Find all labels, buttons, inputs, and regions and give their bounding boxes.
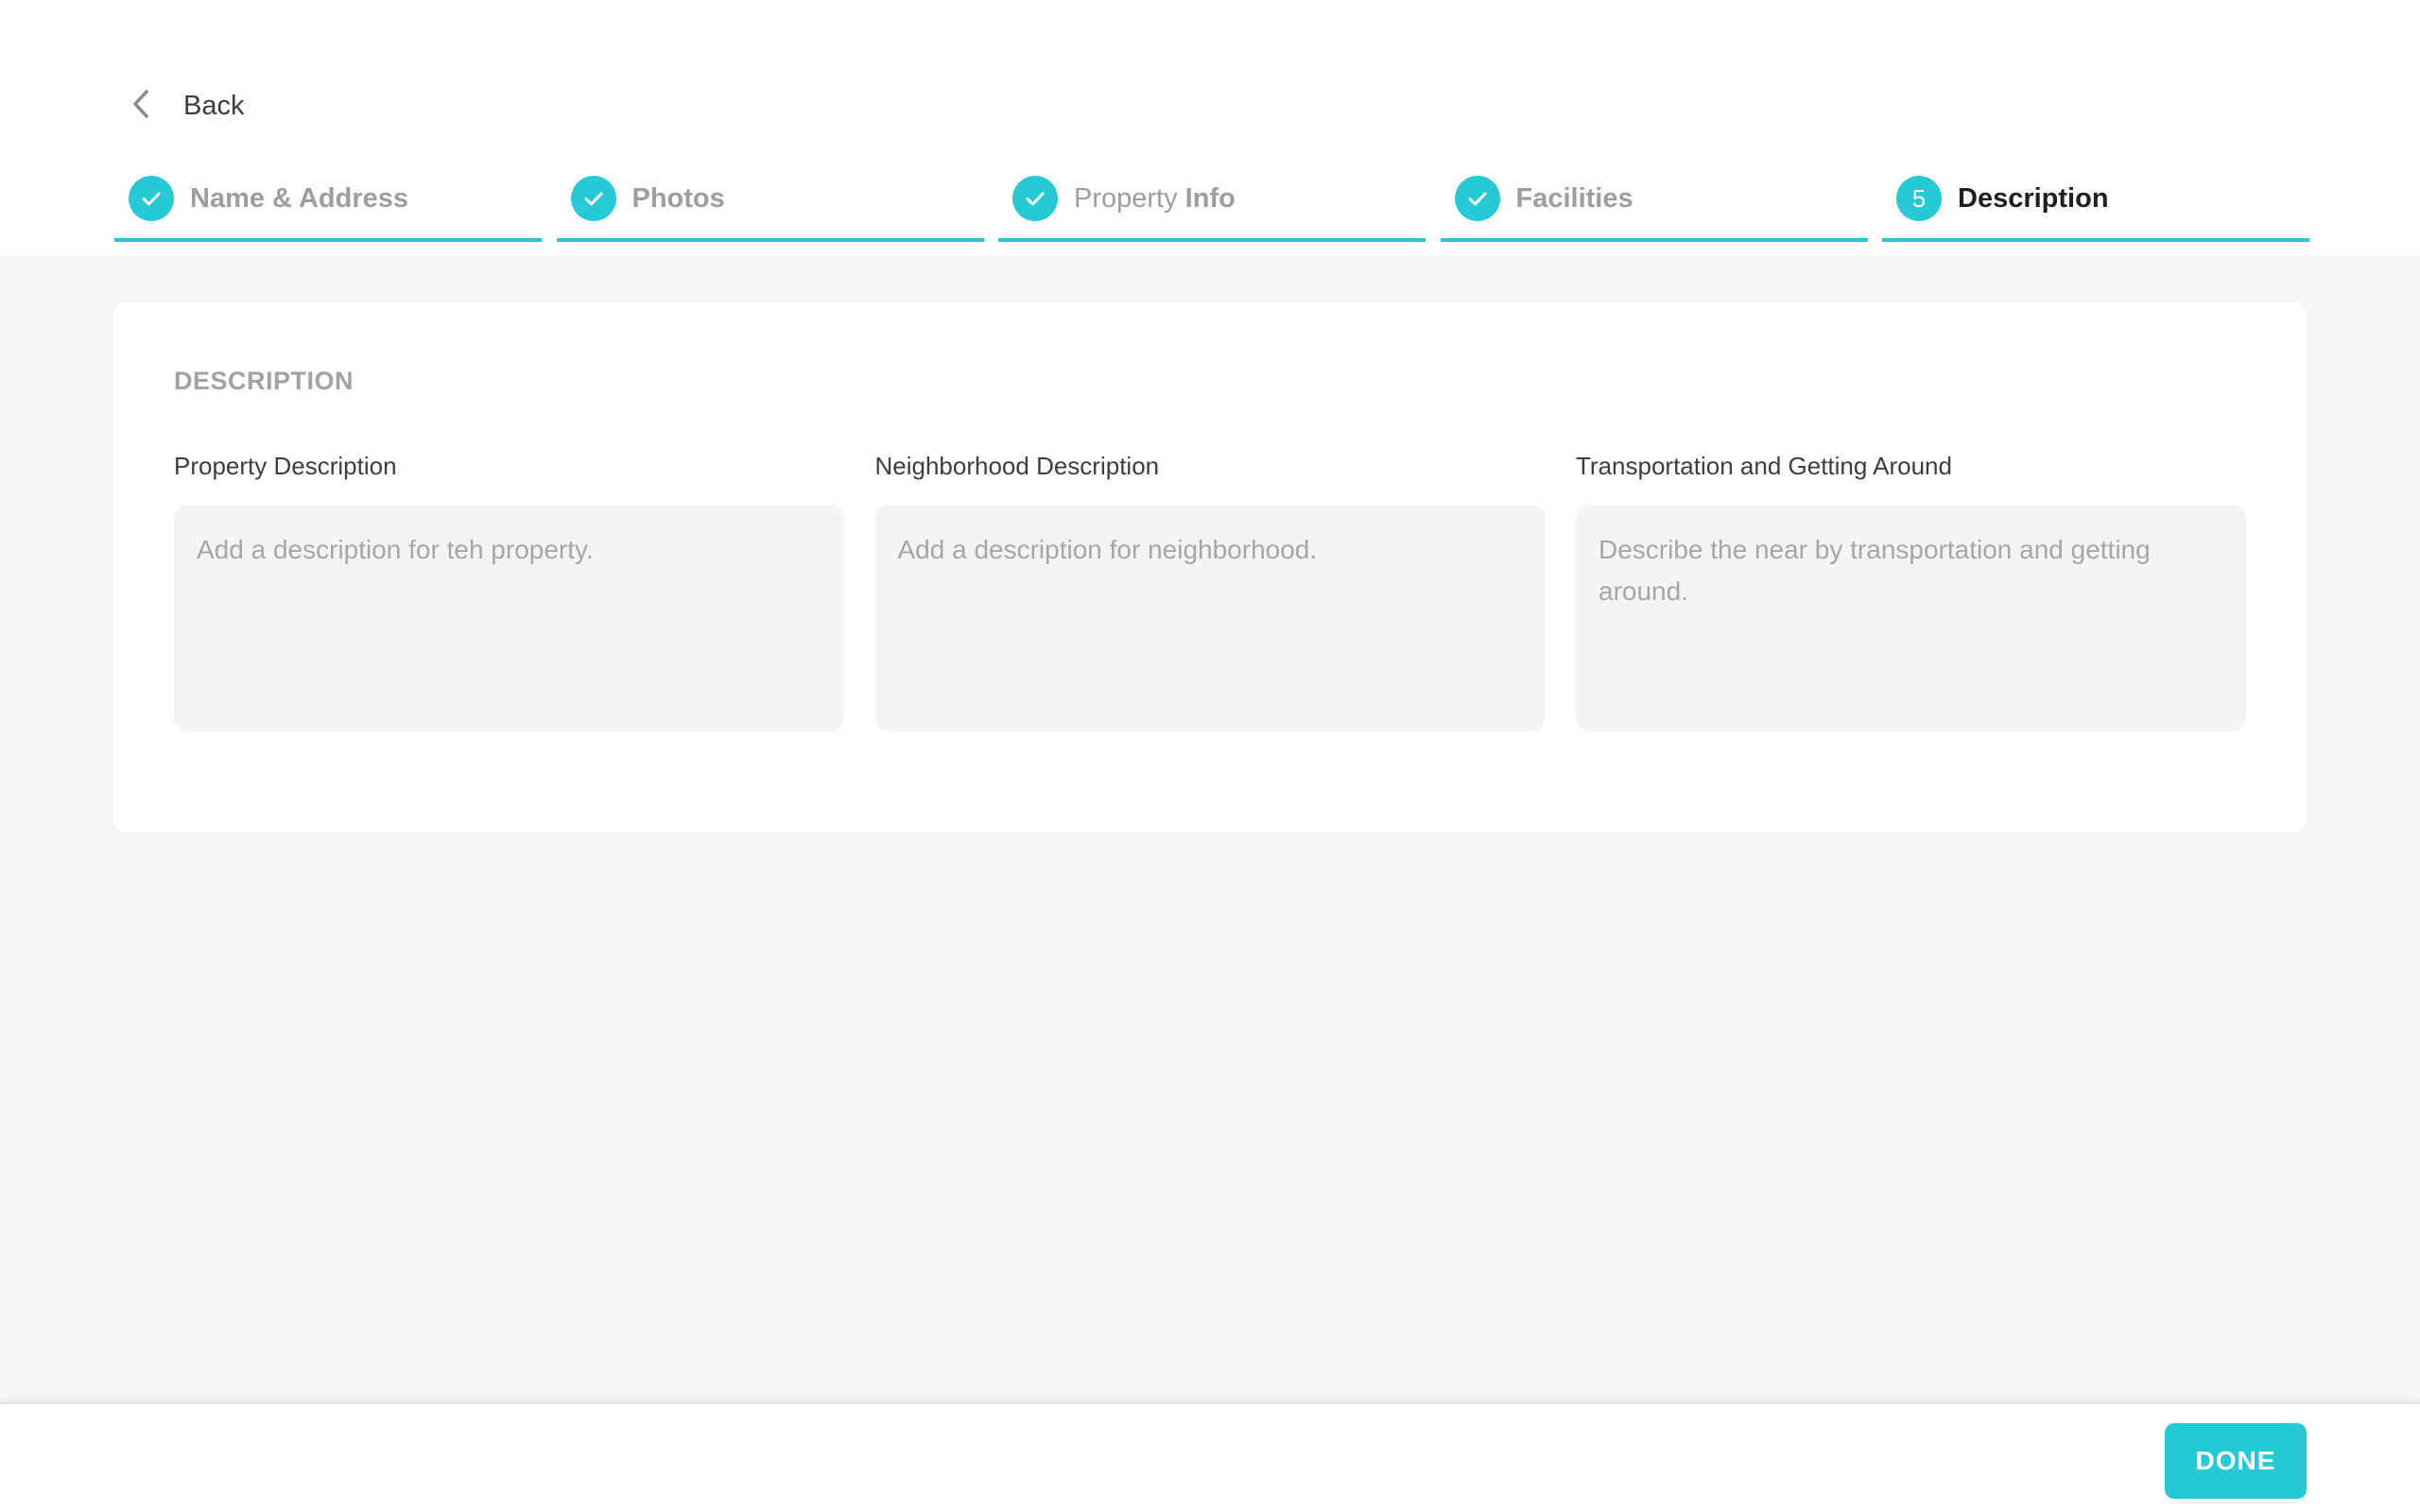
check-icon [142, 192, 161, 206]
field-label: Transportation and Getting Around [1576, 452, 1952, 480]
step-facilities[interactable]: Facilities [1440, 166, 1868, 242]
property-description-input[interactable] [174, 505, 844, 731]
chevron-left-icon [123, 85, 161, 128]
check-icon [1026, 192, 1045, 206]
transportation-field: Transportation and Getting Around [1576, 448, 2246, 736]
step-number-badge: 5 [1896, 176, 1942, 221]
step-complete-badge [570, 176, 616, 221]
step-complete-badge [1012, 176, 1058, 221]
step-complete-badge [1454, 176, 1500, 221]
back-button[interactable]: Back [123, 77, 244, 134]
field-label: Property Description [174, 452, 397, 480]
step-description[interactable]: 5 Description [1882, 166, 2309, 242]
neighborhood-description-input[interactable] [874, 505, 1546, 731]
step-label: Name & Address [190, 182, 409, 214]
footer-bar: DONE [0, 1402, 2420, 1512]
step-label: Property Info [1074, 183, 1236, 215]
description-card: DESCRIPTION Property Description Neighbo… [113, 302, 2307, 832]
wizard-header: Back Name & Address Photos Property Info… [0, 0, 2420, 256]
step-label: Photos [631, 182, 725, 214]
check-icon [584, 192, 602, 206]
description-fields: Property Description Neighborhood Descri… [174, 448, 2246, 736]
done-button[interactable]: DONE [2165, 1423, 2307, 1499]
section-title: DESCRIPTION [174, 367, 354, 395]
neighborhood-description-field: Neighborhood Description [874, 448, 1546, 736]
property-description-field: Property Description [174, 448, 844, 736]
step-property-info[interactable]: Property Info [998, 166, 1426, 242]
step-label-light: Property [1074, 182, 1178, 214]
step-complete-badge [129, 176, 174, 221]
field-label: Neighborhood Description [874, 452, 1160, 480]
step-label: Facilities [1515, 182, 1634, 214]
transportation-input[interactable] [1576, 505, 2246, 731]
back-label: Back [183, 90, 245, 121]
step-label: Description [1958, 182, 2109, 214]
check-icon [1468, 192, 1486, 206]
step-label-bold: Info [1184, 182, 1236, 214]
step-photos[interactable]: Photos [556, 166, 984, 242]
wizard-steps: Name & Address Photos Property Info Faci… [114, 166, 2309, 242]
step-name-address[interactable]: Name & Address [114, 166, 542, 242]
